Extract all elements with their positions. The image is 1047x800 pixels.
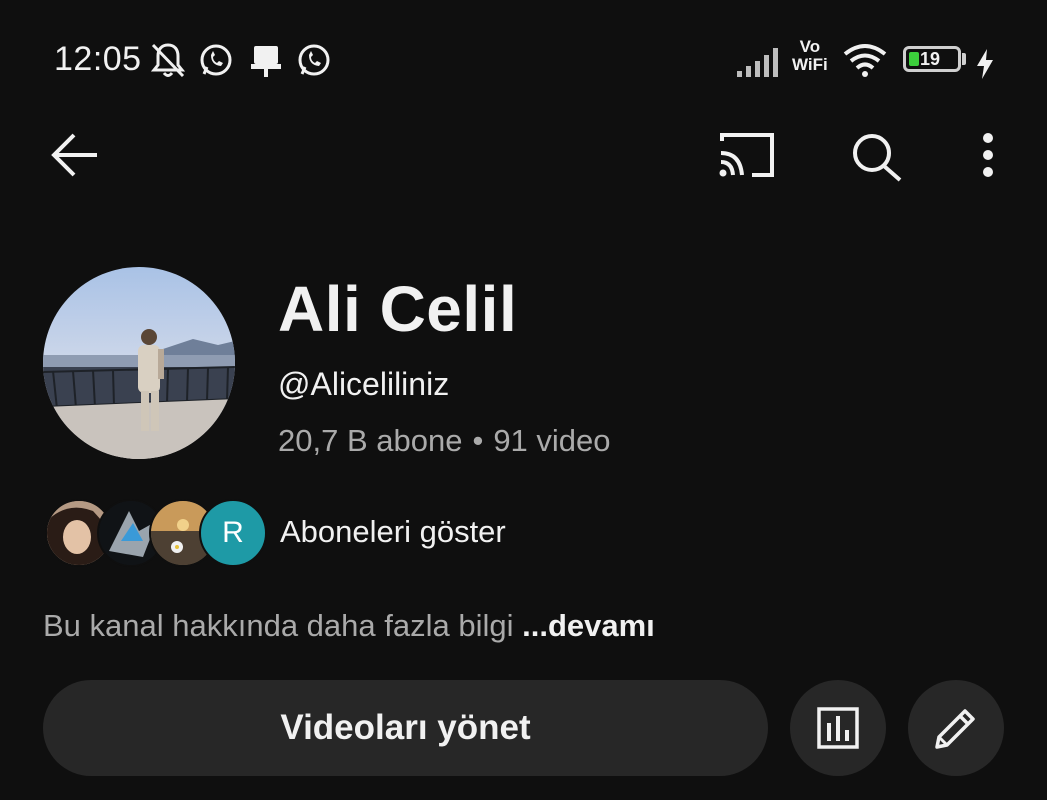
video-count: 91 video (493, 423, 611, 458)
subscriber-count: 20,7 B abone (278, 423, 463, 458)
whatsapp-icon (200, 44, 232, 76)
description-text: Bu kanal hakkında daha fazla bilgi (43, 608, 514, 643)
channel-handle: @Aliceliliniz (278, 366, 450, 402)
status-time: 12:05 (54, 40, 142, 78)
battery-icon: 19 (903, 46, 961, 72)
channel-name: Ali Celil (278, 273, 518, 345)
edit-pencil-icon (935, 709, 975, 749)
cast-icon[interactable] (718, 131, 776, 179)
vowifi-top: Vo (799, 37, 821, 56)
channel-description[interactable]: Bu kanal hakkında daha fazla bilgi ...de… (43, 608, 655, 644)
bell-off-icon (150, 43, 186, 78)
vowifi-bottom: WiFi (792, 55, 828, 74)
channel-avatar[interactable] (43, 267, 235, 459)
notification-icon (251, 46, 281, 77)
analytics-icon (817, 707, 859, 749)
subscriber-avatars[interactable]: R (45, 499, 267, 567)
battery-level: 19 (920, 49, 941, 69)
whatsapp-icon (298, 44, 330, 76)
battery-nub (962, 53, 966, 65)
vowifi-label: Vo WiFi (792, 38, 828, 74)
charging-icon (977, 49, 993, 79)
avatar-photo (43, 267, 235, 459)
status-bar: 12:05 Vo WiFi 19 (0, 0, 1047, 120)
more-vert-icon[interactable] (978, 132, 998, 178)
description-more-link[interactable]: ...devamı (522, 608, 655, 643)
battery-fill (909, 52, 919, 66)
back-arrow-icon[interactable] (50, 132, 100, 178)
search-icon[interactable] (850, 131, 904, 183)
stats-separator: • (472, 423, 484, 458)
channel-stats: 20,7 B abone • 91 video (278, 423, 611, 459)
subscriber-avatar-letter: R (199, 499, 267, 567)
show-subscribers-link[interactable]: Aboneleri göster (280, 514, 506, 550)
signal-icon (737, 48, 778, 77)
wifi-icon (843, 44, 887, 77)
analytics-button[interactable] (790, 680, 886, 776)
manage-videos-label: Videoları yönet (280, 708, 531, 747)
manage-videos-button[interactable]: Videoları yönet (43, 680, 768, 776)
edit-button[interactable] (908, 680, 1004, 776)
